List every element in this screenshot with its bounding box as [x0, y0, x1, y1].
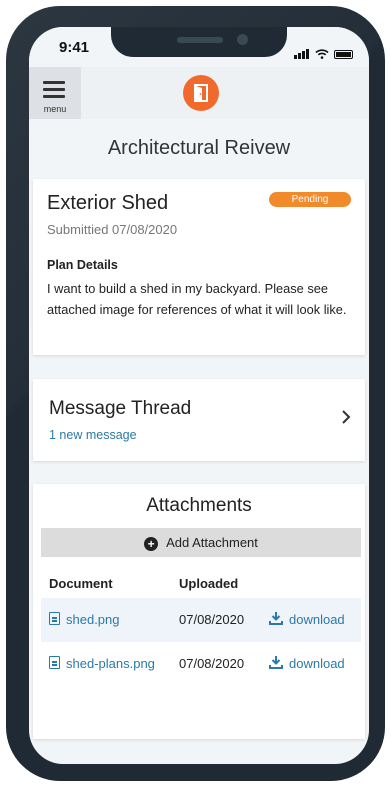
- file-name: shed.png: [66, 612, 120, 627]
- file-link[interactable]: shed-plans.png: [49, 656, 155, 671]
- table-row: shed.png 07/08/2020 download: [41, 598, 361, 642]
- download-label: download: [289, 612, 345, 627]
- column-header-uploaded: Uploaded: [179, 576, 239, 591]
- add-attachment-button[interactable]: + Add Attachment: [41, 528, 361, 557]
- status-bar: 9:41: [29, 27, 369, 67]
- new-message-count: 1 new message: [49, 428, 137, 442]
- request-card: Exterior Shed Pending Submittied 07/08/2…: [33, 179, 365, 355]
- add-attachment-label: Add Attachment: [166, 535, 258, 550]
- file-link[interactable]: shed.png: [49, 612, 120, 627]
- wifi-icon: [315, 49, 329, 59]
- app-logo: [183, 75, 219, 111]
- speaker: [177, 37, 223, 43]
- download-link[interactable]: download: [269, 656, 345, 671]
- door-logo-icon: [194, 84, 208, 102]
- menu-button[interactable]: menu: [29, 67, 81, 119]
- phone-screen: 9:41 menu Architectural Reivew Exterior …: [29, 27, 369, 764]
- plan-details-label: Plan Details: [47, 258, 118, 272]
- table-row: shed-plans.png 07/08/2020 download: [41, 642, 361, 686]
- camera: [237, 34, 248, 45]
- request-title: Exterior Shed: [47, 192, 169, 214]
- menu-label: menu: [43, 104, 67, 114]
- plus-circle-icon: +: [144, 537, 159, 551]
- download-icon: [269, 612, 283, 625]
- message-thread-card[interactable]: Message Thread 1 new message: [33, 379, 365, 461]
- column-header-document: Document: [49, 576, 113, 591]
- add-attachment-content: + Add Attachment: [41, 535, 361, 551]
- download-label: download: [289, 656, 345, 671]
- file-icon: [49, 656, 60, 669]
- submitted-date: Submittied 07/08/2020: [47, 222, 178, 237]
- menu-icon: [43, 81, 65, 102]
- status-time: 9:41: [59, 39, 90, 56]
- message-thread-title: Message Thread: [49, 398, 192, 419]
- attachments-card: Attachments + Add Attachment Document Upl…: [33, 484, 365, 739]
- upload-date: 07/08/2020: [179, 656, 245, 671]
- file-icon: [49, 612, 60, 625]
- app-bar: menu: [29, 67, 369, 119]
- page-title: Architectural Reivew: [107, 137, 291, 159]
- plan-details-text: I want to build a shed in my backyard. P…: [47, 281, 347, 317]
- status-badge: Pending: [269, 192, 351, 207]
- download-icon: [269, 656, 283, 669]
- status-icons: [294, 41, 353, 59]
- battery-icon: [334, 50, 353, 59]
- download-link[interactable]: download: [269, 612, 345, 627]
- file-name: shed-plans.png: [66, 656, 155, 671]
- chevron-right-icon: [342, 410, 351, 424]
- upload-date: 07/08/2020: [179, 612, 245, 627]
- signal-icon: [294, 41, 310, 59]
- attachments-title: Attachments: [146, 495, 252, 516]
